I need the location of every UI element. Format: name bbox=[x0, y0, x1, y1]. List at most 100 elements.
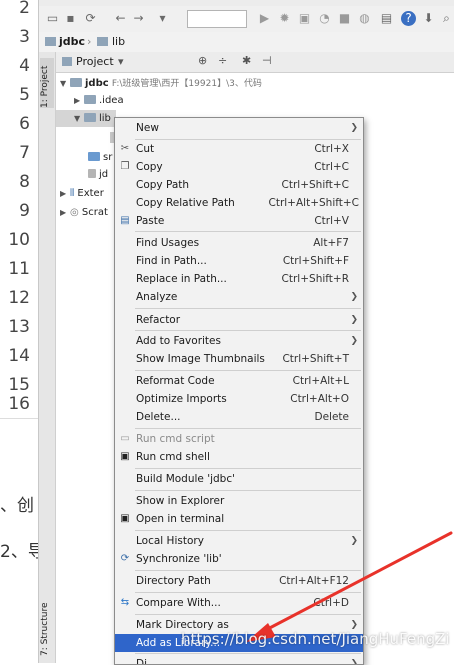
folder-icon bbox=[45, 37, 56, 46]
tree-item-external-libraries[interactable]: ▶ ⫴ Exter bbox=[60, 185, 104, 202]
profile-icon[interactable]: ◔ bbox=[317, 11, 332, 26]
chevron-right-icon: ▶ bbox=[60, 208, 67, 217]
menu-label: Di bbox=[136, 658, 148, 665]
menu-item-open-in-terminal[interactable]: ▣ Open in terminal bbox=[115, 510, 363, 528]
open-folder-icon[interactable]: ▭ bbox=[45, 11, 60, 26]
menu-separator bbox=[135, 592, 361, 593]
chevron-right-icon: ▶ bbox=[60, 189, 67, 198]
menu-item-copy[interactable]: ❐ Copy Ctrl+C bbox=[115, 158, 363, 176]
doc-text-fragment: 、创 bbox=[0, 496, 34, 516]
menu-shortcut: Ctrl+Alt+O bbox=[290, 393, 349, 405]
menu-item-optimize-imports[interactable]: Optimize Imports Ctrl+Alt+O bbox=[115, 390, 363, 408]
gear-icon[interactable]: ✱ bbox=[242, 54, 251, 67]
chevron-right-icon: ❯ bbox=[350, 292, 358, 302]
menu-label: Compare With... bbox=[136, 597, 221, 609]
menu-item-copy-path[interactable]: Copy Path Ctrl+Shift+C bbox=[115, 176, 363, 194]
search-icon[interactable]: ⌕ bbox=[439, 11, 454, 26]
project-tool-tab[interactable]: 1: Project bbox=[40, 58, 54, 108]
menu-item-add-to-favorites[interactable]: Add to Favorites ❯ bbox=[115, 332, 363, 350]
tree-item-iml[interactable]: jd bbox=[88, 166, 108, 183]
locate-icon[interactable]: ⊕ bbox=[198, 54, 207, 67]
collapse-icon[interactable]: ÷ bbox=[218, 54, 227, 67]
menu-item-copy-relative-path[interactable]: Copy Relative Path Ctrl+Alt+Shift+C bbox=[115, 194, 363, 212]
help-icon[interactable]: ? bbox=[401, 11, 416, 26]
chevron-right-icon: ❯ bbox=[350, 536, 358, 546]
menu-shortcut: Alt+F7 bbox=[313, 237, 349, 249]
menu-item-show-image-thumbnails[interactable]: Show Image Thumbnails Ctrl+Shift+T bbox=[115, 350, 363, 368]
project-view-select[interactable]: Project bbox=[76, 55, 114, 68]
menu-item-find-usages[interactable]: Find Usages Alt+F7 bbox=[115, 234, 363, 252]
menu-label: Build Module 'jdbc' bbox=[136, 473, 236, 485]
menu-label: Copy Relative Path bbox=[136, 197, 235, 209]
tree-item-root[interactable]: ▼ jdbc F:\班级管理\西开【19921】\3、代码 bbox=[60, 75, 262, 92]
menu-item-paste[interactable]: ▤ Paste Ctrl+V bbox=[115, 212, 363, 230]
menu-item-synchronize[interactable]: ⟳ Synchronize 'lib' bbox=[115, 550, 363, 568]
editor-gutter: 2 3 4 5 6 7 8 9 10 11 12 13 14 15 16 bbox=[0, 0, 38, 420]
menu-item-run-cmd-script: ▭ Run cmd script bbox=[115, 430, 363, 448]
menu-item-run-cmd-shell[interactable]: ▣ Run cmd shell bbox=[115, 448, 363, 466]
stop-icon[interactable]: ■ bbox=[337, 11, 352, 26]
chevron-down-icon[interactable]: ▾ bbox=[118, 55, 124, 68]
menu-item-build-module[interactable]: Build Module 'jdbc' bbox=[115, 470, 363, 488]
build-project-icon[interactable]: ◍ bbox=[357, 11, 372, 26]
menu-item-directory-path[interactable]: Directory Path Ctrl+Alt+F12 bbox=[115, 572, 363, 590]
menu-item-cut[interactable]: ✂ Cut Ctrl+X bbox=[115, 140, 363, 158]
menu-item-diagrams[interactable]: Di ❯ bbox=[115, 655, 363, 665]
chevron-right-icon: ▶ bbox=[74, 96, 81, 105]
debug-icon[interactable]: ✹ bbox=[277, 11, 292, 26]
run-icon[interactable]: ▶ bbox=[257, 11, 272, 26]
tree-item-src[interactable]: sr bbox=[88, 149, 112, 166]
tree-item-label: jd bbox=[99, 169, 109, 180]
coverage-icon[interactable]: ▣ bbox=[297, 11, 312, 26]
chevron-down-icon: ▼ bbox=[60, 79, 67, 88]
menu-item-local-history[interactable]: Local History ❯ bbox=[115, 532, 363, 550]
menu-item-show-in-explorer[interactable]: Show in Explorer bbox=[115, 492, 363, 510]
menu-label: Find Usages bbox=[136, 237, 200, 249]
menu-item-new[interactable]: New ❯ bbox=[115, 119, 363, 137]
main-toolbar: ▭ ▪ ⟳ ← → ▾ ▶ ✹ ▣ ◔ ■ ◍ ▤ ? ⬇ ⌕ bbox=[39, 6, 454, 33]
chevron-right-icon: ❯ bbox=[350, 123, 358, 133]
copy-icon: ❐ bbox=[120, 161, 130, 172]
chevron-right-icon: ❯ bbox=[350, 336, 358, 346]
tree-item-label: lib bbox=[99, 113, 111, 124]
menu-label: Replace in Path... bbox=[136, 273, 227, 285]
menu-separator bbox=[135, 428, 361, 429]
tree-item-label: jdbc bbox=[85, 78, 109, 89]
tasks-icon[interactable]: ⬇ bbox=[421, 11, 436, 26]
refresh-icon: ⟳ bbox=[120, 553, 130, 564]
tree-item-label: Scrat bbox=[81, 207, 108, 218]
sync-icon[interactable]: ⟳ bbox=[83, 11, 98, 26]
menu-item-delete[interactable]: Delete... Delete bbox=[115, 408, 363, 426]
tree-item-lib[interactable]: ▼ lib bbox=[56, 110, 116, 127]
menu-shortcut: Ctrl+Alt+L bbox=[292, 375, 349, 387]
breadcrumb-folder[interactable]: lib bbox=[112, 35, 125, 48]
menu-shortcut: Ctrl+Shift+F bbox=[282, 255, 349, 267]
save-icon[interactable]: ▪ bbox=[63, 11, 78, 26]
menu-item-replace-in-path[interactable]: Replace in Path... Ctrl+Shift+R bbox=[115, 270, 363, 288]
menu-item-refactor[interactable]: Refactor ❯ bbox=[115, 311, 363, 329]
menu-item-analyze[interactable]: Analyze ❯ bbox=[115, 288, 363, 306]
structure-tool-tab[interactable]: 7: Structure bbox=[40, 598, 54, 657]
menu-item-find-in-path[interactable]: Find in Path... Ctrl+Shift+F bbox=[115, 252, 363, 270]
menu-label: Analyze bbox=[136, 291, 178, 303]
breadcrumb-project[interactable]: jdbc bbox=[59, 35, 85, 48]
update-icon[interactable]: ▤ bbox=[379, 11, 394, 26]
run-config-select[interactable] bbox=[187, 10, 247, 28]
tree-item-scratches[interactable]: ▶ ◎ Scrat bbox=[60, 204, 108, 221]
tree-item-idea[interactable]: ▶ .idea bbox=[74, 92, 124, 109]
menu-shortcut: Ctrl+D bbox=[313, 597, 349, 609]
chevron-down-icon: ▼ bbox=[74, 114, 81, 123]
watermark: https://blog.csdn.net/JiangHuFengZi bbox=[181, 630, 450, 648]
build-icon[interactable]: ▾ bbox=[155, 11, 170, 26]
breadcrumb: jdbc › lib bbox=[39, 32, 454, 53]
menu-separator bbox=[135, 370, 361, 371]
back-icon[interactable]: ← bbox=[113, 11, 128, 26]
paste-icon: ▤ bbox=[120, 215, 130, 226]
menu-label: Optimize Imports bbox=[136, 393, 227, 405]
menu-item-reformat-code[interactable]: Reformat Code Ctrl+Alt+L bbox=[115, 372, 363, 390]
menu-label: Copy bbox=[136, 161, 163, 173]
hide-icon[interactable]: ⊣ bbox=[262, 54, 272, 67]
menu-shortcut: Ctrl+Shift+T bbox=[282, 353, 349, 365]
menu-item-compare-with[interactable]: ⇆ Compare With... Ctrl+D bbox=[115, 594, 363, 612]
forward-icon[interactable]: → bbox=[131, 11, 146, 26]
